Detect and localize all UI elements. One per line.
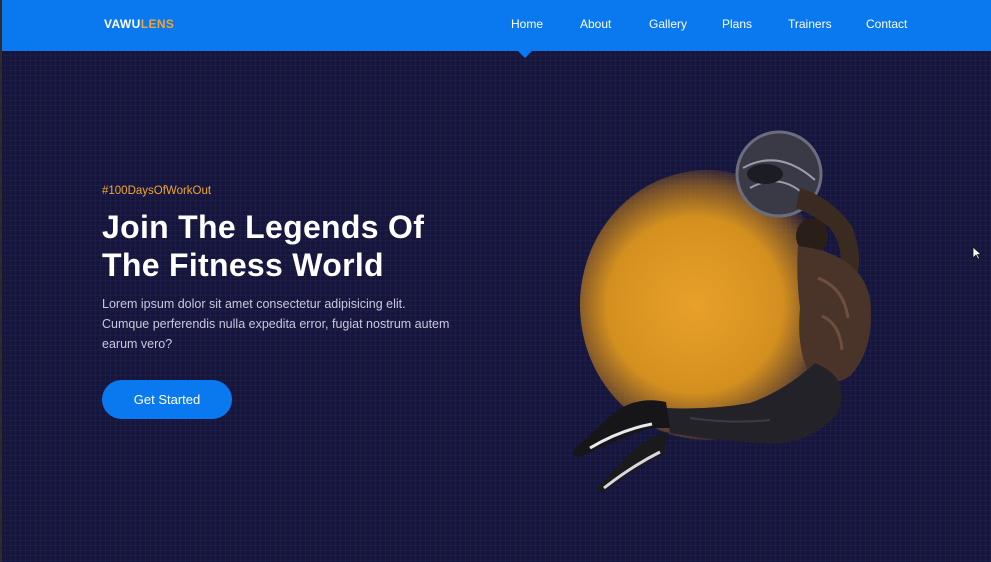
- nav-item-trainers[interactable]: Trainers: [788, 17, 832, 31]
- window-edge: [0, 0, 2, 562]
- mouse-pointer-icon: [972, 246, 982, 260]
- hero-description-line-1: Lorem ipsum dolor sit amet consectetur a…: [102, 297, 406, 311]
- hero-title-line-1: Join The Legends Of: [102, 209, 425, 245]
- active-nav-indicator: [518, 51, 532, 58]
- navbar: VAWULENS Home About Gallery Plans Traine…: [2, 0, 991, 51]
- nav-item-home[interactable]: Home: [511, 17, 543, 31]
- hero-tagline: #100DaysOfWorkOut: [102, 185, 212, 197]
- nav-item-about[interactable]: About: [580, 17, 611, 31]
- nav-item-plans[interactable]: Plans: [722, 17, 752, 31]
- nav-links: Home About Gallery Plans Trainers Contac…: [2, 0, 991, 51]
- page: VAWULENS Home About Gallery Plans Traine…: [0, 0, 991, 562]
- get-started-button[interactable]: Get Started: [102, 380, 232, 419]
- nav-item-contact[interactable]: Contact: [866, 17, 907, 31]
- hero-description-line-2: Cumque perferendis nulla expedita error,…: [102, 317, 450, 331]
- hero-description: Lorem ipsum dolor sit amet consectetur a…: [102, 294, 492, 354]
- hero-description-line-3: earum vero?: [102, 337, 173, 351]
- hero-title: Join The Legends Of The Fitness World: [102, 208, 522, 284]
- nav-item-gallery[interactable]: Gallery: [649, 17, 687, 31]
- athlete-image: [573, 130, 872, 492]
- hero-title-line-2: The Fitness World: [102, 247, 384, 283]
